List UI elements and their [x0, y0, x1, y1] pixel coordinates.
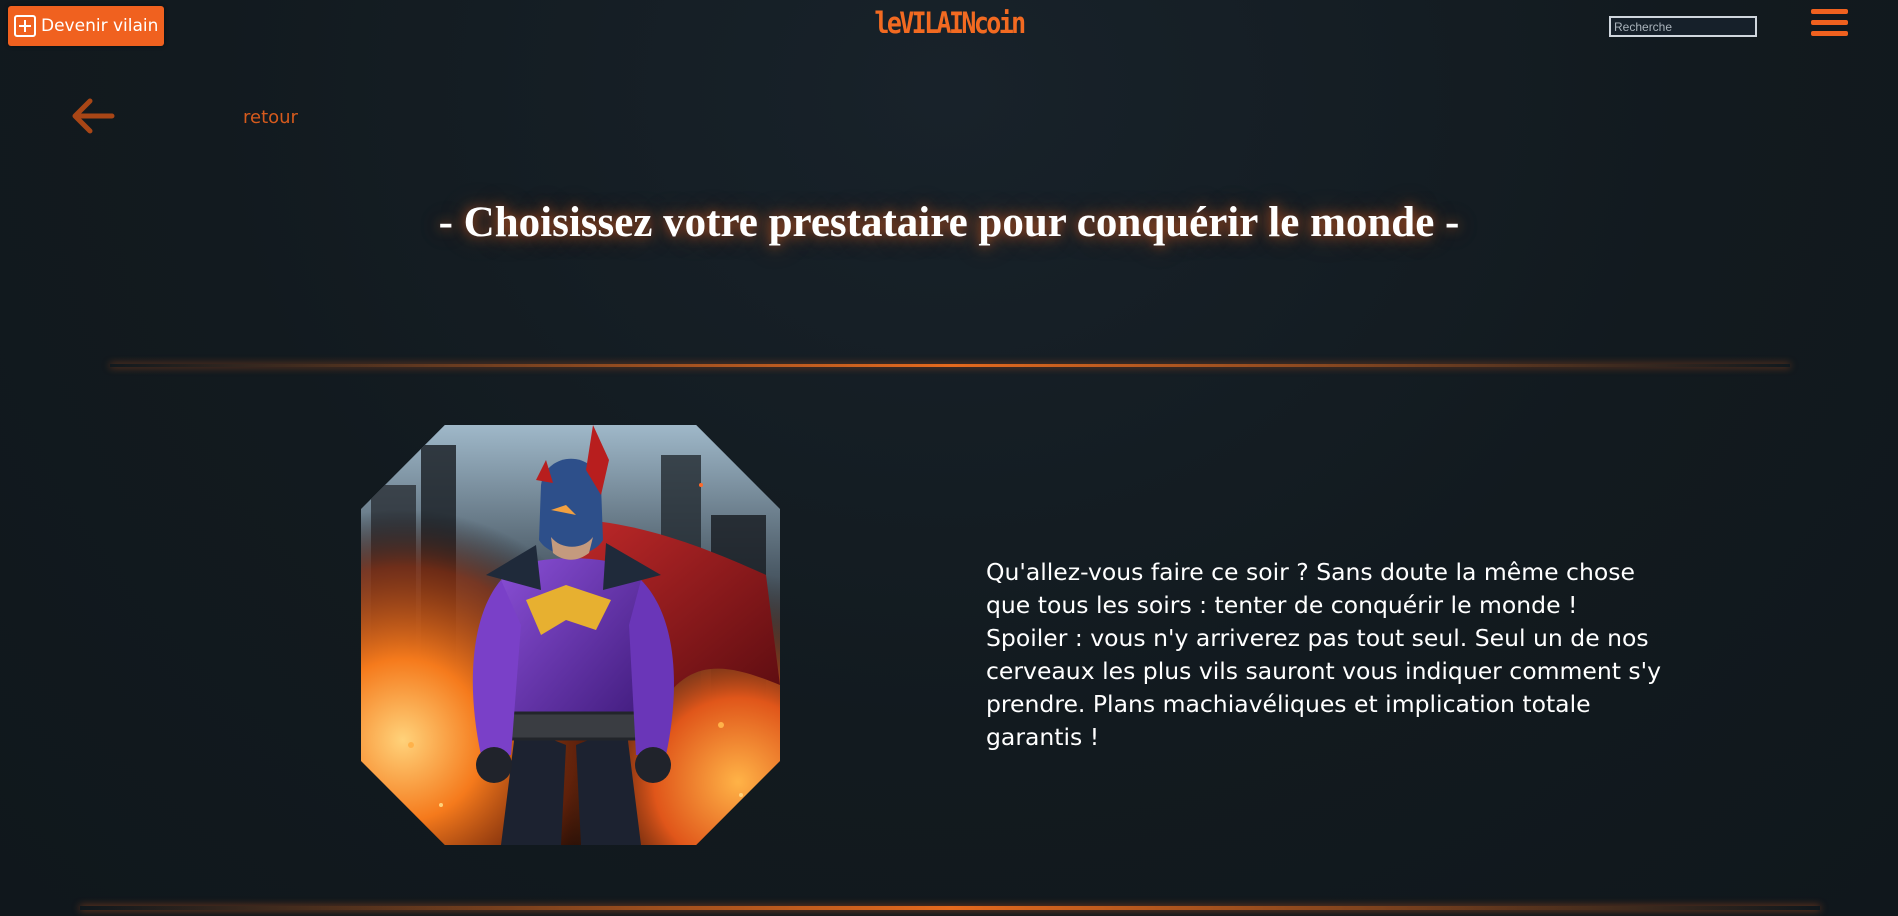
back-link[interactable]: retour	[243, 107, 298, 128]
menu-bar	[1811, 9, 1848, 14]
site-header: Devenir vilain leVILAINcoin	[0, 0, 1898, 56]
menu-bar	[1811, 31, 1848, 36]
intro-description: Qu'allez-vous faire ce soir ? Sans doute…	[986, 558, 1662, 751]
page-title: - Choisissez votre prestataire pour conq…	[438, 199, 1460, 246]
villain-hero-image	[361, 425, 780, 845]
hamburger-menu-icon[interactable]	[1811, 9, 1848, 37]
arrow-left-icon[interactable]	[70, 96, 116, 136]
glow-divider	[80, 906, 1820, 910]
glow-divider	[110, 364, 1790, 367]
search-input[interactable]	[1609, 16, 1757, 37]
plus-square-icon	[14, 15, 36, 37]
menu-bar	[1811, 20, 1848, 25]
site-logo[interactable]: leVILAINcoin	[133, 6, 1765, 40]
